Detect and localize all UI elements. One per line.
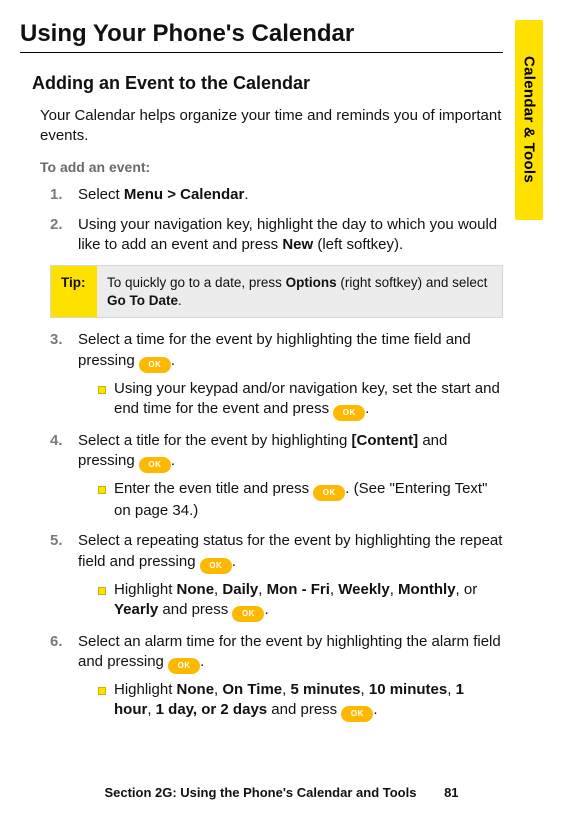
step-6-and: and press	[267, 701, 341, 718]
step-6-sub-a: Highlight	[114, 681, 177, 698]
step-6-sub: Highlight None, On Time, 5 minutes, 10 m…	[98, 680, 503, 722]
step-4-bold: [Content]	[352, 432, 419, 449]
step-6-text-c: .	[200, 653, 204, 670]
step-6-none: None	[177, 681, 215, 698]
c7: ,	[361, 681, 369, 698]
step-4: Select a title for the event by highligh…	[50, 431, 503, 522]
step-1-text-c: .	[244, 186, 248, 203]
page-number: 81	[444, 785, 458, 800]
step-6-1d: 1 day	[156, 701, 193, 718]
c2: ,	[258, 581, 266, 598]
step-5-and: and press	[158, 601, 232, 618]
ok-icon: OK	[333, 405, 365, 421]
title-rule	[20, 52, 503, 53]
step-6-10m: 10 minutes	[369, 681, 447, 698]
step-5-text-c: .	[232, 553, 236, 570]
step-1-bold: Menu > Calendar	[124, 186, 244, 203]
step-3-sub: Using your keypad and/or navigation key,…	[98, 379, 503, 421]
tip-body-c: (right softkey) and select	[337, 275, 488, 290]
tip-label: Tip:	[51, 266, 97, 317]
step-4-text-e: .	[171, 452, 175, 469]
c3: ,	[330, 581, 338, 598]
step-5-text-a: Select a repeating status for the event …	[78, 532, 502, 569]
footer-text: Section 2G: Using the Phone's Calendar a…	[104, 785, 416, 800]
step-2-text-c: (left softkey).	[313, 236, 403, 253]
step-3-sub-c: .	[365, 400, 369, 417]
steps-list: Select Menu > Calendar. Using your navig…	[50, 185, 503, 256]
step-6-ontime: On Time	[222, 681, 282, 698]
page-footer: Section 2G: Using the Phone's Calendar a…	[0, 785, 563, 800]
step-6-5m: 5 minutes	[290, 681, 360, 698]
step-2: Using your navigation key, highlight the…	[50, 215, 503, 256]
step-5-sub-item: Highlight None, Daily, Mon - Fri, Weekly…	[98, 580, 503, 622]
step-6-or2d: , or 2 days	[193, 701, 267, 718]
step-5-yearly: Yearly	[114, 601, 158, 618]
page-content: Using Your Phone's Calendar Adding an Ev…	[0, 0, 563, 722]
intro-text: Your Calendar helps organize your time a…	[40, 106, 503, 147]
tip-box: Tip: To quickly go to a date, press Opti…	[50, 265, 503, 318]
step-5-sub: Highlight None, Daily, Mon - Fri, Weekly…	[98, 580, 503, 622]
ok-icon: OK	[232, 606, 264, 622]
side-tab-label: Calendar & Tools	[521, 56, 538, 183]
step-4-sub-a: Enter the even title and press	[114, 480, 313, 497]
lead-text: To add an event:	[40, 159, 503, 175]
step-3-sub-a: Using your keypad and/or navigation key,…	[114, 380, 500, 417]
tip-body-a: To quickly go to a date, press	[107, 275, 286, 290]
step-5-monthly: Monthly	[398, 581, 456, 598]
side-tab: Calendar & Tools	[515, 20, 543, 220]
tip-body-b: Options	[286, 275, 337, 290]
step-6: Select an alarm time for the event by hi…	[50, 632, 503, 723]
step-3-sub-item: Using your keypad and/or navigation key,…	[98, 379, 503, 421]
step-5-sub-a: Highlight	[114, 581, 177, 598]
ok-icon: OK	[139, 357, 171, 373]
c9: ,	[147, 701, 155, 718]
tip-body-e: .	[178, 293, 182, 308]
ok-icon: OK	[313, 485, 345, 501]
step-4-sub: Enter the even title and press OK. (See …	[98, 479, 503, 521]
step-5-none: None	[177, 581, 215, 598]
ok-icon: OK	[139, 457, 171, 473]
step-6-sub-item: Highlight None, On Time, 5 minutes, 10 m…	[98, 680, 503, 722]
step-1: Select Menu > Calendar.	[50, 185, 503, 205]
ok-icon: OK	[341, 706, 373, 722]
step-2-bold: New	[282, 236, 313, 253]
step-5-daily: Daily	[222, 581, 258, 598]
tip-body: To quickly go to a date, press Options (…	[97, 266, 502, 317]
step-5-end: .	[264, 601, 268, 618]
step-3: Select a time for the event by highlight…	[50, 330, 503, 421]
step-3-text-c: .	[171, 352, 175, 369]
page-title: Using Your Phone's Calendar	[20, 20, 503, 48]
step-5-weekly: Weekly	[338, 581, 389, 598]
c4: ,	[390, 581, 398, 598]
tip-body-d: Go To Date	[107, 293, 178, 308]
step-5: Select a repeating status for the event …	[50, 531, 503, 622]
c8: ,	[447, 681, 455, 698]
section-heading: Adding an Event to the Calendar	[32, 73, 503, 94]
step-5-monfri: Mon - Fri	[267, 581, 330, 598]
step-6-end: .	[373, 701, 377, 718]
ok-icon: OK	[168, 658, 200, 674]
ok-icon: OK	[200, 558, 232, 574]
step-3-text-a: Select a time for the event by highlight…	[78, 331, 471, 368]
step-1-text-a: Select	[78, 186, 124, 203]
step-6-text-a: Select an alarm time for the event by hi…	[78, 633, 501, 670]
steps-list-cont: Select a time for the event by highlight…	[50, 330, 503, 722]
step-4-sub-item: Enter the even title and press OK. (See …	[98, 479, 503, 521]
step-5-or: , or	[456, 581, 478, 598]
step-4-text-a: Select a title for the event by highligh…	[78, 432, 352, 449]
